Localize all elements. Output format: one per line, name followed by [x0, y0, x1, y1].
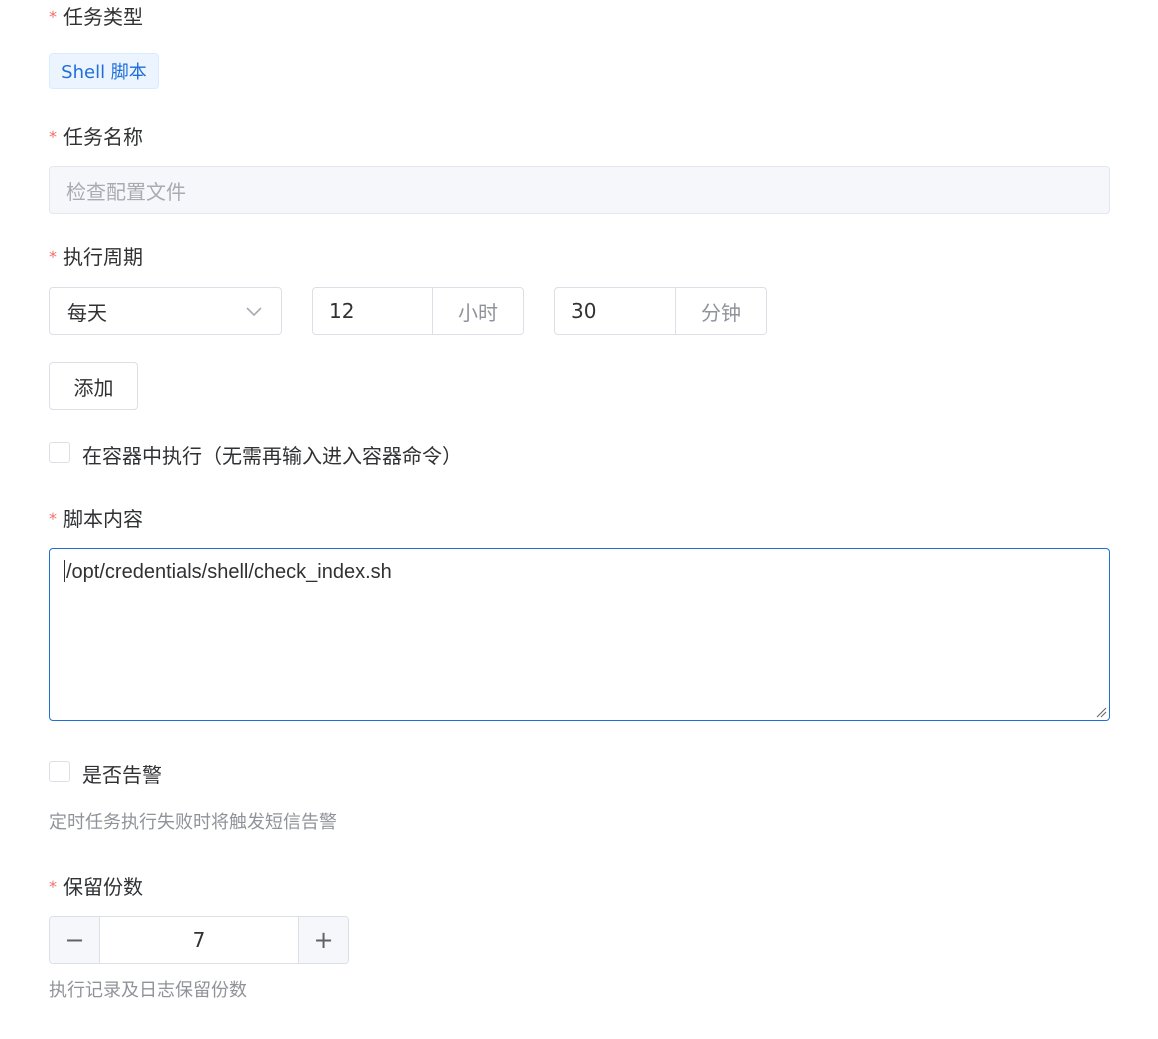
retention-input[interactable]: 7 [100, 917, 298, 963]
task-type-label: * 任务类型 [49, 5, 143, 29]
alert-hint: 定时任务执行失败时将触发短信告警 [49, 812, 337, 833]
alert-checkbox[interactable] [49, 761, 70, 782]
minus-icon: − [64, 926, 85, 954]
run-in-container-checkbox[interactable] [49, 442, 70, 463]
frequency-select[interactable]: 每天 [49, 287, 282, 335]
script-label: * 脚本内容 [49, 507, 143, 531]
minute-unit: 分钟 [675, 288, 766, 334]
retention-label: * 保留份数 [49, 875, 143, 899]
hour-unit: 小时 [432, 288, 523, 334]
required-mark: * [49, 509, 57, 528]
retention-hint: 执行记录及日志保留份数 [49, 980, 247, 1001]
increment-button[interactable]: + [298, 917, 348, 963]
run-in-container-label[interactable]: 在容器中执行（无需再输入进入容器命令） [82, 440, 462, 469]
decrement-button[interactable]: − [50, 917, 100, 963]
hour-input[interactable]: 12 [313, 288, 432, 334]
hour-input-group: 12 小时 [312, 287, 524, 335]
retention-stepper: − 7 + [49, 916, 349, 964]
required-mark: * [49, 127, 57, 146]
resize-handle-icon[interactable] [1095, 706, 1107, 718]
task-name-input: 检查配置文件 [49, 166, 1110, 214]
script-textarea[interactable]: /opt/credentials/shell/check_index.sh [49, 548, 1110, 721]
chevron-down-icon [246, 307, 262, 317]
required-mark: * [49, 247, 57, 266]
plus-icon: + [313, 926, 334, 954]
minute-input-group: 30 分钟 [554, 287, 767, 335]
alert-label[interactable]: 是否告警 [82, 759, 162, 788]
task-name-label: * 任务名称 [49, 125, 143, 149]
task-type-tag-shell[interactable]: Shell 脚本 [49, 53, 159, 89]
minute-input[interactable]: 30 [555, 288, 675, 334]
text-caret [64, 560, 65, 582]
schedule-label: * 执行周期 [49, 245, 143, 269]
required-mark: * [49, 877, 57, 896]
add-schedule-button[interactable]: 添加 [49, 362, 138, 410]
required-mark: * [49, 7, 57, 26]
